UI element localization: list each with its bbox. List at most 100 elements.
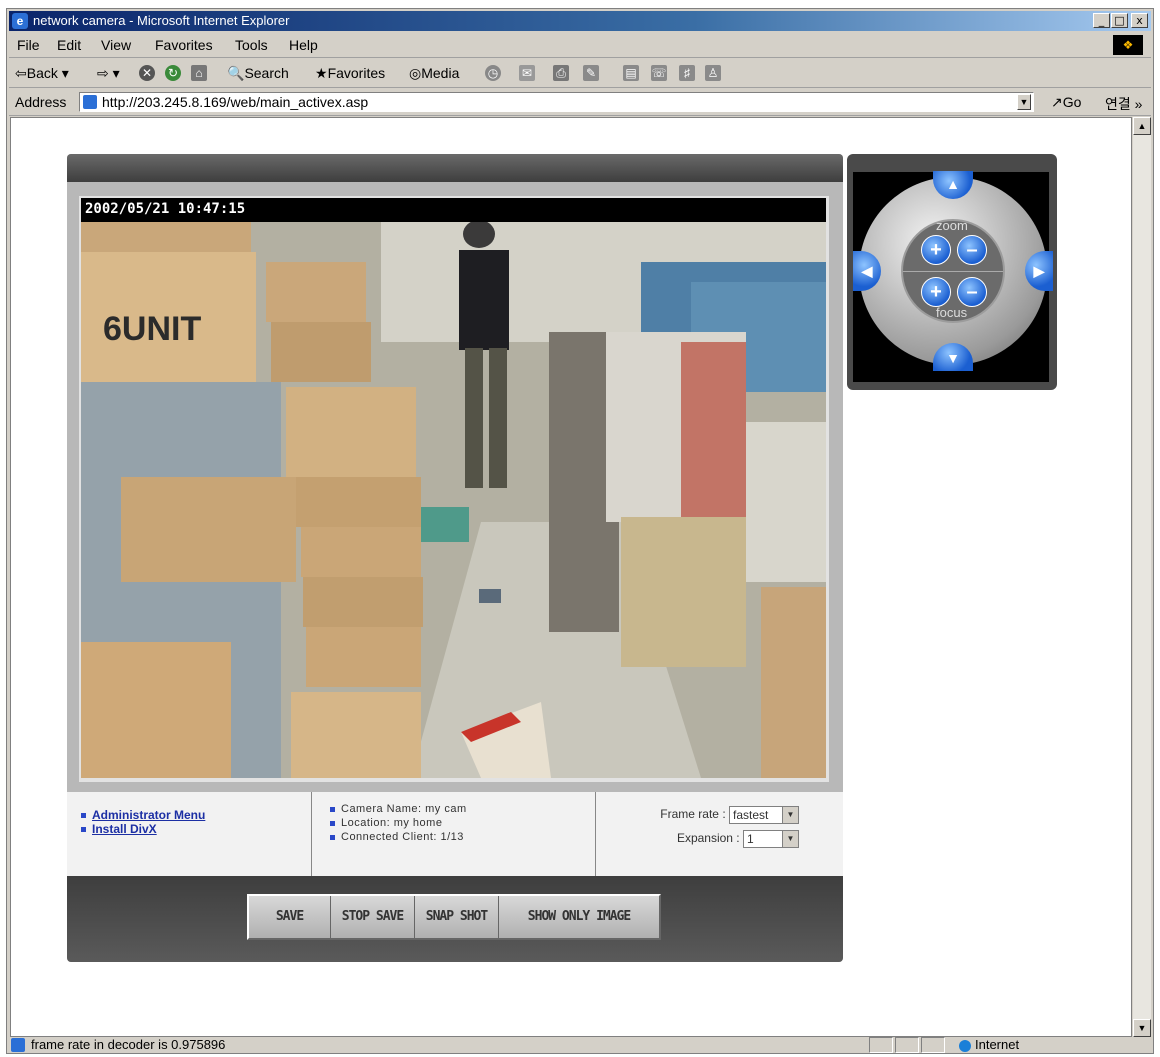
vertical-scrollbar[interactable]: ▲ ▼ xyxy=(1133,117,1151,1037)
bullet-icon xyxy=(330,806,335,812)
menu-view[interactable]: View xyxy=(101,37,131,53)
snap-shot-button[interactable]: SNAP SHOT xyxy=(415,896,499,938)
back-button[interactable]: ⇦Back ▾ xyxy=(15,65,69,82)
bullet-icon xyxy=(330,834,335,840)
status-cell-1 xyxy=(869,1037,893,1053)
window-title: network camera - Microsoft Internet Expl… xyxy=(33,13,290,28)
ptz-control-background: ▲ ▼ ◀ ▶ zoom + – + – focus xyxy=(853,171,1053,382)
ptz-control-panel: ▲ ▼ ◀ ▶ zoom + – + – focus xyxy=(847,154,1057,390)
camera-video-image: 6UNIT xyxy=(81,222,826,778)
address-dropdown-button[interactable]: ▼ xyxy=(1017,94,1031,110)
search-icon: 🔍 xyxy=(227,65,245,81)
messenger-icon[interactable]: ☏ xyxy=(651,65,667,81)
status-cell-2 xyxy=(895,1037,919,1053)
pan-down-button[interactable]: ▼ xyxy=(933,343,973,371)
scroll-down-button[interactable]: ▼ xyxy=(1133,1019,1151,1037)
browser-window: e network camera - Microsoft Internet Ex… xyxy=(6,8,1154,1054)
mail-icon[interactable]: ✉ xyxy=(519,65,535,81)
links-button[interactable]: 연결 » xyxy=(1105,94,1142,114)
focus-label: focus xyxy=(936,305,968,320)
administrator-menu-link[interactable]: Administrator Menu xyxy=(81,808,205,822)
pan-left-button[interactable]: ◀ xyxy=(853,251,881,291)
favorites-icon: ★ xyxy=(315,65,328,81)
camera-details: Camera Name: my cam Location: my home Co… xyxy=(312,792,596,876)
save-button[interactable]: SAVE xyxy=(249,896,331,938)
menu-favorites[interactable]: Favorites xyxy=(155,37,213,53)
research-icon[interactable]: ♯ xyxy=(679,65,695,81)
camera-controls-footer: SAVE STOP SAVE SNAP SHOT SHOW ONLY IMAGE xyxy=(67,876,843,962)
focus-out-button[interactable]: – xyxy=(957,277,987,307)
page-status-icon xyxy=(11,1038,25,1052)
camera-panel-header xyxy=(67,154,843,182)
stop-save-button[interactable]: STOP SAVE xyxy=(331,896,415,938)
windows-logo-icon: ❖ xyxy=(1113,35,1143,55)
bullet-icon xyxy=(330,820,335,826)
pan-up-button[interactable]: ▲ xyxy=(933,171,973,199)
camera-video: 6UNIT xyxy=(81,222,826,778)
discuss-icon[interactable]: ▤ xyxy=(623,65,639,81)
location-info: Location: my home xyxy=(330,816,467,830)
bullet-icon xyxy=(81,813,86,819)
back-arrow-icon: ⇦ xyxy=(15,65,27,81)
expansion-select[interactable]: 1 ▼ xyxy=(743,830,799,848)
media-button[interactable]: ◎Media xyxy=(409,65,459,82)
menu-edit[interactable]: Edit xyxy=(57,37,81,53)
chevron-down-icon: ▼ xyxy=(946,350,960,366)
forward-button[interactable]: ⇨ ▾ xyxy=(97,65,120,82)
zoom-out-button[interactable]: – xyxy=(957,235,987,265)
pan-right-button[interactable]: ▶ xyxy=(1025,251,1053,291)
user-icon[interactable]: ♙ xyxy=(705,65,721,81)
title-bar[interactable]: e network camera - Microsoft Internet Ex… xyxy=(9,11,1151,31)
ptz-ring: ▲ ▼ ◀ ▶ zoom + – + – focus xyxy=(853,171,1053,371)
minimize-button[interactable]: _ xyxy=(1093,13,1110,28)
zoom-focus-hub: zoom + – + – focus xyxy=(901,218,1005,323)
menu-bar: File Edit View Favorites Tools Help ❖ xyxy=(9,33,1151,58)
status-text: frame rate in decoder is 0.975896 xyxy=(31,1037,226,1052)
home-icon[interactable]: ⌂ xyxy=(191,65,207,81)
camera-name-info: Camera Name: my cam xyxy=(330,802,467,816)
favorites-button[interactable]: ★Favorites xyxy=(315,65,385,82)
go-button[interactable]: ↗Go xyxy=(1051,94,1081,111)
camera-viewer-panel: 2002/05/21 10:47:15 6UNIT Administrator … xyxy=(67,154,843,962)
camera-timestamp: 2002/05/21 10:47:15 xyxy=(85,201,246,217)
address-bar: Address http://203.245.8.169/web/main_ac… xyxy=(9,89,1151,116)
scroll-up-button[interactable]: ▲ xyxy=(1133,117,1151,135)
go-arrow-icon: ↗ xyxy=(1051,94,1063,110)
stream-settings: Frame rate : fastest ▼ Expansion : 1 ▼ xyxy=(596,792,843,876)
search-button[interactable]: 🔍Search xyxy=(227,65,289,82)
focus-in-button[interactable]: + xyxy=(921,277,951,307)
zoom-in-button[interactable]: + xyxy=(921,235,951,265)
maximize-button[interactable]: □ xyxy=(1111,13,1128,28)
connected-client-info: Connected Client: 1/13 xyxy=(330,830,467,844)
status-cell-3 xyxy=(921,1037,945,1053)
page-content: 2002/05/21 10:47:15 6UNIT Administrator … xyxy=(10,117,1132,1037)
chevron-right-icon: ▶ xyxy=(1033,263,1045,279)
history-icon[interactable]: ◷ xyxy=(485,65,501,81)
menu-help[interactable]: Help xyxy=(289,37,318,53)
install-divx-link[interactable]: Install DivX xyxy=(81,822,205,836)
close-button[interactable]: x xyxy=(1131,13,1148,28)
frame-rate-label: Frame rate : xyxy=(660,807,726,822)
edit-icon[interactable]: ✎ xyxy=(583,65,599,81)
standard-toolbar: ⇦Back ▾ ⇨ ▾ ✕ ↻ ⌂ 🔍Search ★Favorites ◎Me… xyxy=(9,59,1151,88)
stop-icon[interactable]: ✕ xyxy=(139,65,155,81)
chevron-up-icon: ▲ xyxy=(946,176,960,192)
svg-text:6UNIT: 6UNIT xyxy=(103,310,201,348)
frame-rate-select[interactable]: fastest ▼ xyxy=(729,806,799,824)
zoom-label: zoom xyxy=(936,218,968,233)
menu-file[interactable]: File xyxy=(17,37,40,53)
chevron-down-icon: ▼ xyxy=(782,807,798,823)
expansion-label: Expansion : xyxy=(676,831,740,846)
menu-tools[interactable]: Tools xyxy=(235,37,268,53)
address-input[interactable]: http://203.245.8.169/web/main_activex.as… xyxy=(79,92,1034,112)
print-icon[interactable]: ⎙ xyxy=(553,65,569,81)
chevron-left-icon: ◀ xyxy=(861,263,873,279)
camera-links: Administrator Menu Install DivX xyxy=(67,792,312,876)
show-only-image-button[interactable]: SHOW ONLY IMAGE xyxy=(499,896,659,938)
globe-icon xyxy=(959,1039,971,1052)
refresh-icon[interactable]: ↻ xyxy=(165,65,181,81)
address-url: http://203.245.8.169/web/main_activex.as… xyxy=(102,94,369,110)
chevron-down-icon: ▼ xyxy=(782,831,798,847)
bullet-icon xyxy=(81,827,86,833)
video-frame: 2002/05/21 10:47:15 6UNIT xyxy=(79,196,829,782)
